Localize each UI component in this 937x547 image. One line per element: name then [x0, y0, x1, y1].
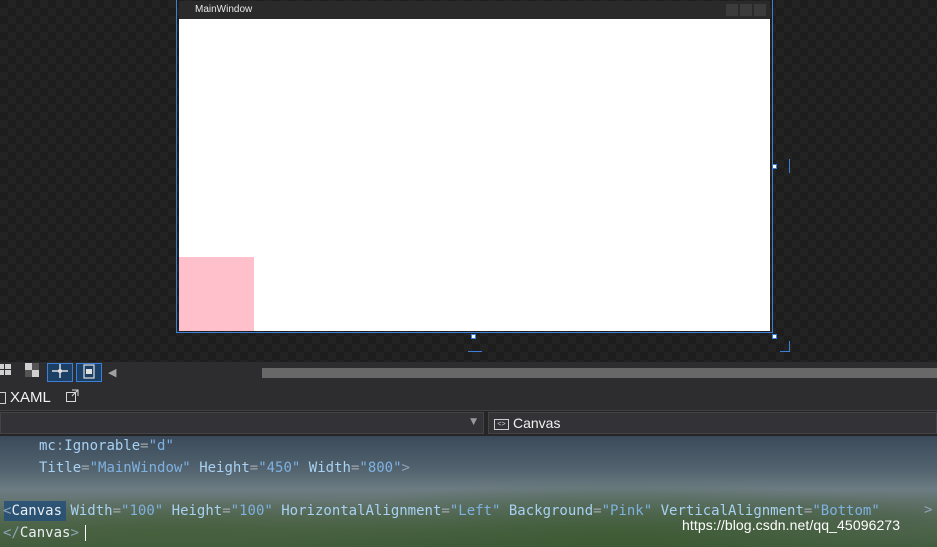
editor-tab-strip: XAML: [0, 384, 937, 411]
maximize-icon: [740, 4, 752, 16]
grid-icon[interactable]: [0, 363, 16, 382]
designer-toolbar: ◀: [0, 362, 937, 384]
element-dropdown-label: Canvas: [513, 415, 561, 431]
ruler-corner-h: [780, 351, 790, 352]
resize-handle-corner[interactable]: [772, 334, 777, 339]
minimize-icon: [726, 4, 738, 16]
watermark-text: https://blog.csdn.net/qq_45096273: [682, 517, 901, 533]
resize-handle-bottom[interactable]: [471, 334, 476, 339]
window-titlebar: MainWindow: [179, 1, 770, 19]
snap-icon[interactable]: [47, 363, 73, 382]
window-title: MainWindow: [195, 4, 253, 15]
code-line-canvas-close-bracket: >: [924, 502, 933, 518]
ruler-horizontal-marker: [468, 351, 482, 352]
text-caret: [85, 525, 86, 541]
chevron-down-icon: ▼: [470, 417, 477, 427]
close-icon: [754, 4, 766, 16]
device-icon[interactable]: [76, 363, 102, 382]
code-line-ignorable: mc:Ignorable="d": [39, 438, 174, 454]
horizontal-scrollbar[interactable]: [262, 368, 937, 378]
resize-handle-right[interactable]: [772, 164, 777, 169]
pink-canvas-element[interactable]: [179, 257, 254, 331]
scroll-left-icon[interactable]: ◀: [108, 366, 116, 379]
xaml-tab-icon: [0, 392, 6, 405]
popout-icon[interactable]: [66, 389, 79, 402]
ruler-vertical-marker: [789, 159, 790, 173]
xaml-code-editor[interactable]: mc:Ignorable="d" Title="MainWindow" Heig…: [0, 436, 937, 547]
checker-icon[interactable]: [21, 363, 43, 382]
navigation-bar: ▼ <> Canvas: [0, 411, 937, 436]
element-dropdown[interactable]: <> Canvas: [488, 412, 937, 434]
scope-dropdown[interactable]: ▼: [0, 412, 484, 434]
code-line-canvas-close: </Canvas>: [3, 525, 79, 541]
designer-surface[interactable]: MainWindow: [0, 0, 937, 362]
code-line-window-attrs: Title="MainWindow" Height="450" Width="8…: [39, 460, 410, 476]
tab-xaml-label: XAML: [10, 389, 51, 406]
window-client-area[interactable]: [179, 19, 770, 331]
tab-xaml[interactable]: XAML: [0, 386, 61, 410]
element-icon: <>: [494, 418, 509, 430]
